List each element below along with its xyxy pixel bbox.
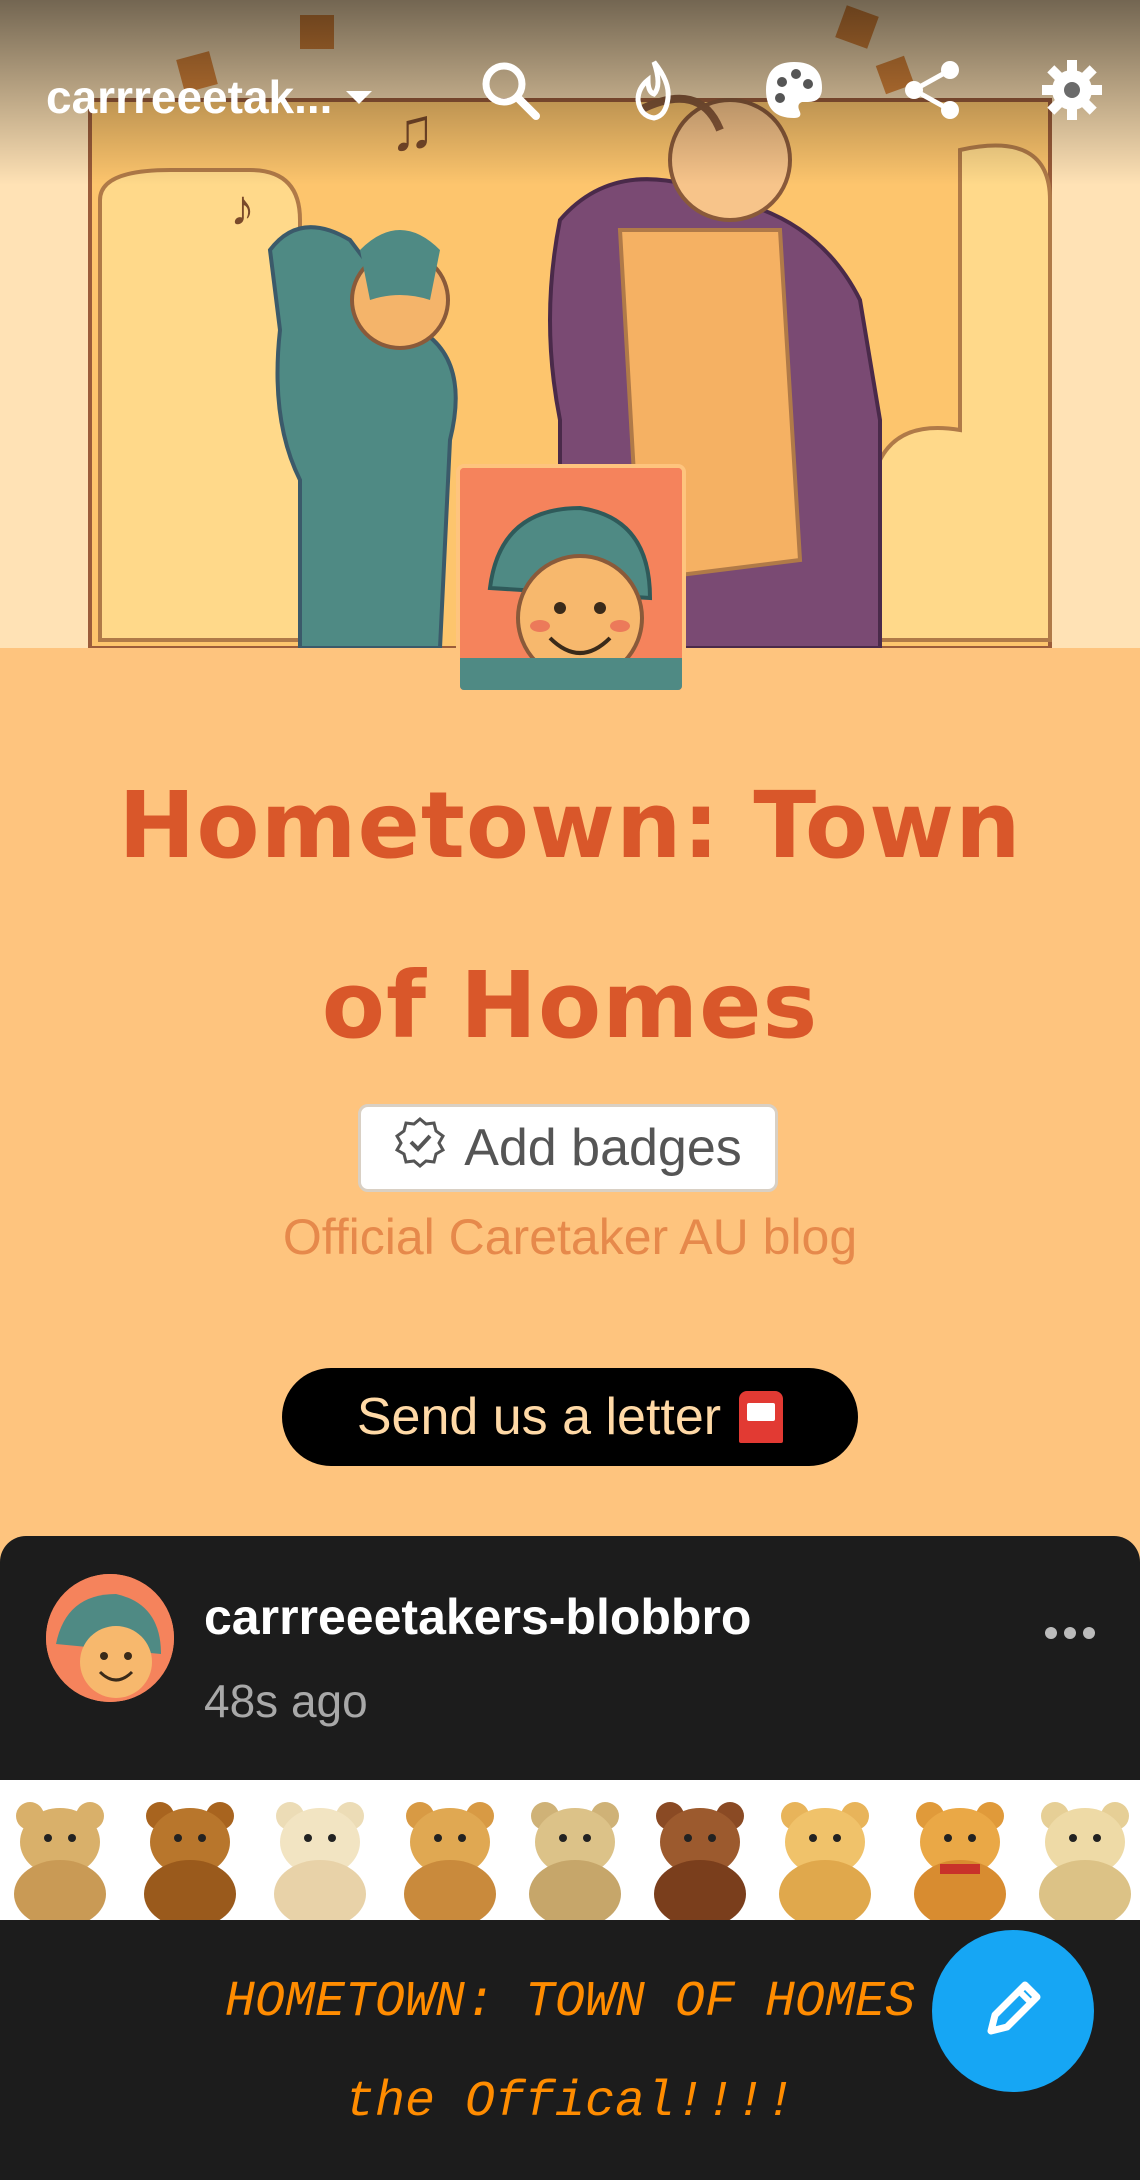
compose-button[interactable] [932,1930,1094,2092]
mailbox-icon [739,1391,784,1443]
post-avatar[interactable] [46,1574,174,1702]
gear-icon[interactable] [1040,58,1104,122]
share-icon[interactable] [900,58,964,122]
post-timestamp: 48s ago [204,1675,368,1727]
post-username[interactable]: carrreeetakers-blobbro [204,1588,751,1646]
post-text-line2: the Offical!!!! [344,2074,796,2131]
badge-icon [394,1116,446,1181]
palette-icon[interactable] [762,58,826,122]
teddy-bear-banner-image [0,1780,1140,1928]
send-letter-button[interactable]: Send us a letter [282,1368,858,1466]
add-badges-label: Add badges [464,1119,742,1177]
post-card: carrreeetakers-blobbro 48s ago HOMETOWN:… [0,1536,1140,2180]
add-badges-button[interactable]: Add badges [358,1104,778,1192]
blog-name: carrreeetak... [46,71,333,123]
send-letter-label: Send us a letter [356,1388,722,1446]
fire-icon[interactable] [622,58,686,122]
blog-description: Official Caretaker AU blog [282,1209,858,1265]
pencil-icon [977,1973,1049,2050]
blog-title-line2: of Homes [321,952,819,1059]
chevron-down-icon [346,90,373,104]
blog-switcher[interactable]: carrreeetak... [46,70,373,124]
avatar[interactable] [456,464,686,694]
blog-title-line1: Hometown: Town [118,772,1022,879]
search-icon[interactable] [478,58,542,122]
svg-text:♪: ♪ [230,180,255,236]
more-options-icon[interactable] [1044,1626,1096,1640]
